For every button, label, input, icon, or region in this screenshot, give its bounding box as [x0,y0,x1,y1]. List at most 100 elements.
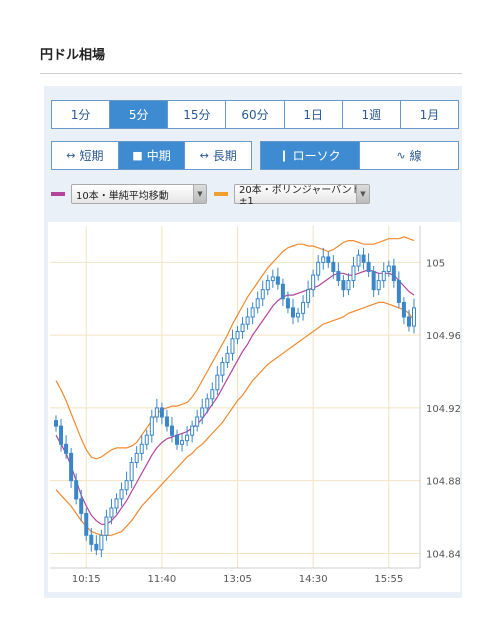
style-label: 線 [409,149,422,163]
period-tab-1day[interactable]: 1日 [283,101,342,128]
term-button-long[interactable]: ↔ 長期 [184,142,251,169]
candle-body [296,312,301,318]
candle-body [114,498,119,509]
candle-body [376,280,381,291]
bollinger-select[interactable]: 20本・ボリンジャーバンド±1 ▼ [234,184,370,207]
candle-body [346,280,351,291]
candle-body [311,274,316,291]
period-label: 1日 [303,108,323,122]
chevron-down-icon: ▼ [193,185,206,203]
candle-body [200,407,205,418]
line-chart-icon: ∿ [396,149,406,162]
period-tab-60min[interactable]: 60分 [225,101,284,128]
candle-body [74,480,79,500]
period-label: 15分 [183,108,211,122]
x-tick-label: 14:30 [299,574,328,585]
candle-body [396,280,401,303]
short-term-icon: ↔ [66,149,76,162]
candle-body [89,534,94,545]
candle-body [205,398,210,409]
candle-body [104,516,109,536]
candle-body [265,280,270,291]
period-tab-1month[interactable]: 1月 [399,101,458,128]
indicator-ma: 10本・単純平均移動 ▼ [51,183,207,205]
candle-body [401,301,406,318]
candle-body [129,461,134,482]
candle-body [412,307,416,327]
y-tick-label: 104.84 [426,549,460,560]
candle-body [94,543,99,551]
candle-body [59,425,64,445]
style-button-candle[interactable]: ❙ ローソク [261,142,359,169]
candle-body [164,416,169,427]
candle-body [69,452,74,482]
candle-body [280,283,285,300]
candle-body [306,289,311,303]
candle-body [381,270,386,282]
candle-body [341,280,346,291]
y-tick-label: 104.92 [426,404,460,415]
period-tab-15min[interactable]: 15分 [167,101,226,128]
x-tick-label: 13:05 [223,574,252,585]
candle-body [275,276,280,285]
candle-body [366,261,371,272]
x-tick-label: 10:15 [72,574,101,585]
style-button-line[interactable]: ∿ 線 [359,142,458,169]
term-label: 中期 [146,149,171,163]
candle-body [260,289,265,300]
y-tick-label: 104.96 [426,331,460,342]
candle-body [240,323,245,333]
candle-body [109,507,114,518]
period-tabs: 1分 5分 15分 60分 1日 1週 1月 [51,100,459,129]
chart-svg: 105 104.96 104.92 104.88 104.84 10:15 11:40 13:… [48,222,461,592]
page-title: 円ドル相場 [40,48,106,63]
period-label: 1週 [361,108,382,122]
candle-body [331,261,336,272]
ma-select[interactable]: 10本・単純平均移動 ▼ [71,184,207,204]
candle-body [124,480,129,491]
candle-body [139,443,144,454]
candle-body [361,254,366,263]
period-label: 60分 [241,108,269,122]
candle-body [99,534,104,551]
candle-body [235,331,240,340]
candle-body [356,254,361,267]
candle-body [230,338,235,354]
period-label: 5分 [128,108,149,122]
candle-body [215,374,220,391]
ma-swatch [51,192,65,196]
candle-body [391,265,396,282]
candle-body [351,265,356,282]
period-tab-1min[interactable]: 1分 [52,101,110,128]
candle-body [119,489,124,500]
candle-body [321,256,326,263]
candle-body [144,434,149,445]
candle-body [245,316,250,325]
indicator-bollinger: 20本・ボリンジャーバンド±1 ▼ [214,183,370,207]
candle-body [406,316,411,327]
candle-body [210,389,215,400]
candle-body [386,265,391,272]
candle-body [159,407,164,418]
candle-body [270,276,275,282]
term-label: 長期 [212,149,237,163]
period-tab-1week[interactable]: 1週 [341,101,400,128]
candle-body [316,261,321,276]
candle-body [190,425,195,436]
style-label: ローソク [292,149,341,163]
term-label: 短期 [79,149,104,163]
y-tick-label: 105 [426,258,445,269]
candle-body [371,270,376,291]
candle-body [250,307,255,318]
plot-background [48,222,460,592]
term-button-mid[interactable]: ■ 中期 [117,142,185,169]
bollinger-select-value: 20本・ボリンジャーバンド±1 [239,185,362,207]
price-chart[interactable]: 105 104.96 104.92 104.88 104.84 10:15 11:40 13:… [48,222,461,592]
candle-body [169,425,174,436]
ma-select-value: 10本・単純平均移動 [76,190,169,202]
term-button-short[interactable]: ↔ 短期 [52,142,118,169]
candle-body [79,498,84,514]
x-tick-label: 11:40 [147,574,176,585]
candle-body [180,440,185,445]
period-tab-5min[interactable]: 5分 [109,101,168,128]
